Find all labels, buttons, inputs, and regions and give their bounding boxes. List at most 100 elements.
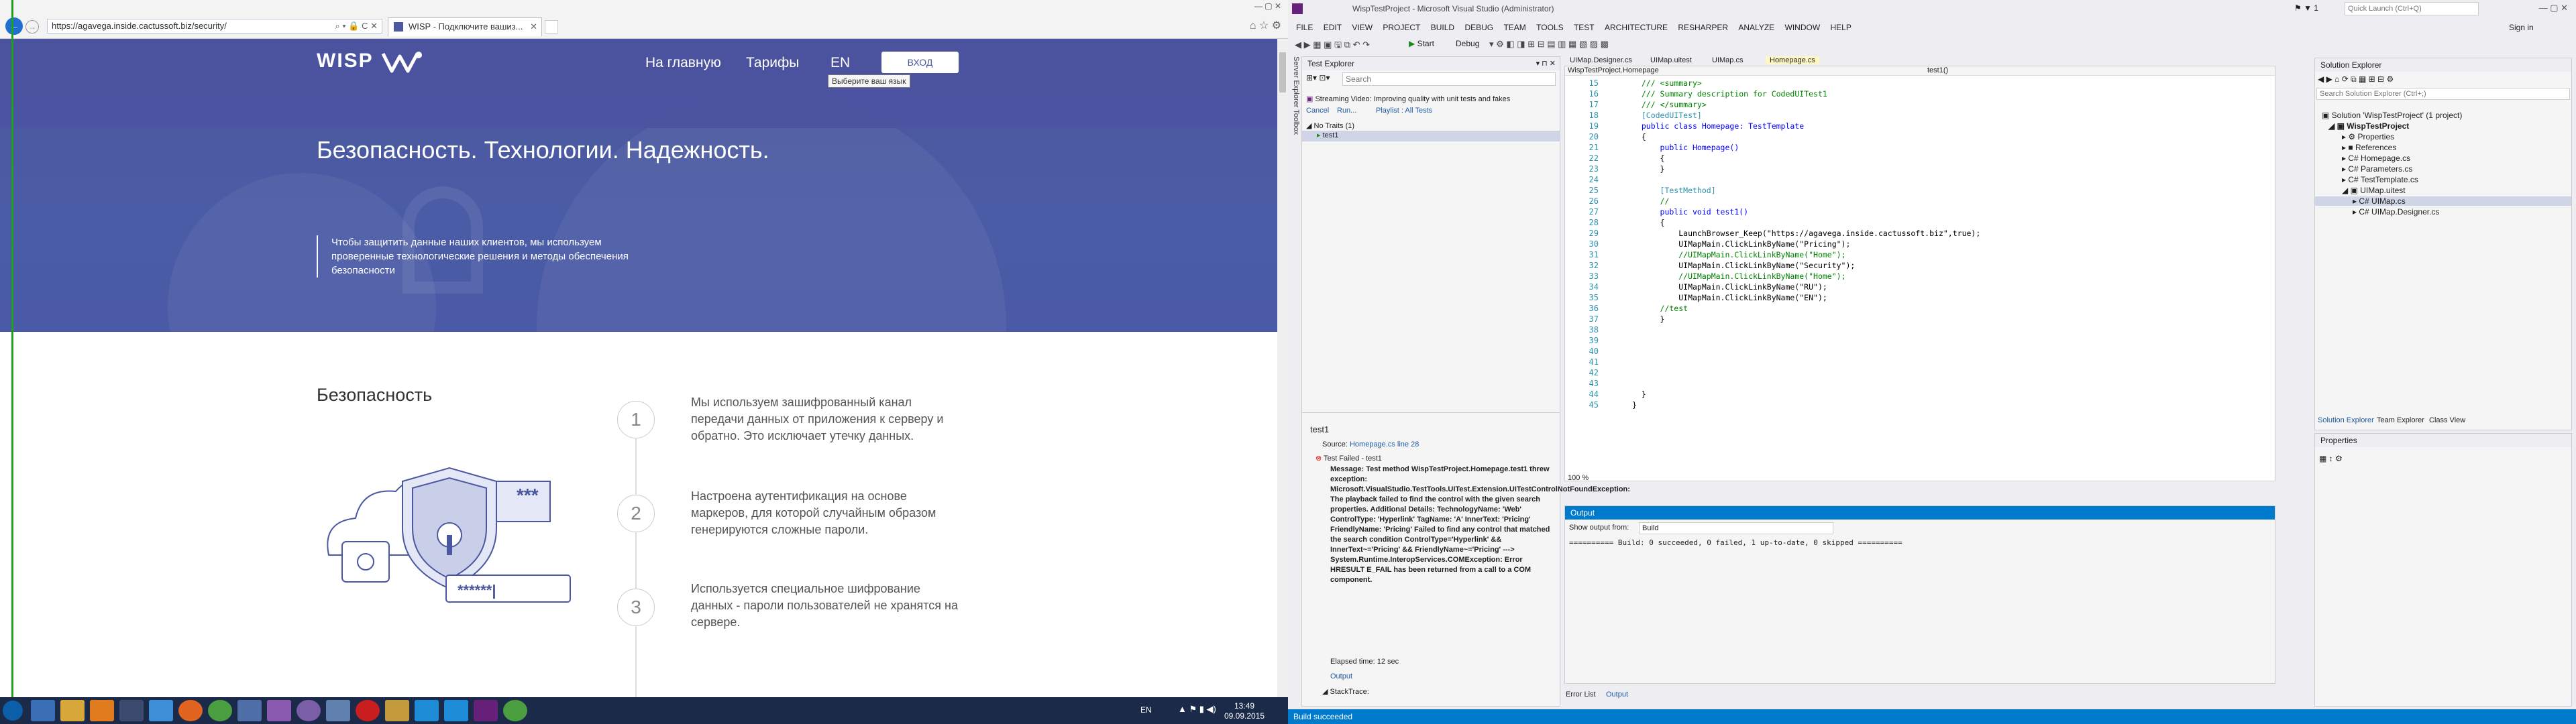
language-indicator[interactable]: EN	[1140, 705, 1152, 715]
taskbar-chrome-icon[interactable]	[503, 700, 527, 721]
window-controls[interactable]: — ▢ ✕	[2539, 3, 2568, 13]
output-source-select[interactable]: Build	[1639, 522, 1833, 534]
window-controls[interactable]: — ▢ ✕	[1254, 1, 1281, 11]
taskbar-chrome-icon[interactable]	[208, 700, 232, 721]
taskbar-folder-icon[interactable]	[60, 700, 85, 721]
menu-debug[interactable]: DEBUG	[1464, 20, 1493, 35]
code-line[interactable]: public class Homepage: TestTemplate	[1632, 121, 1804, 131]
taskbar-firefox-icon[interactable]	[178, 700, 203, 721]
login-button[interactable]: ВХОД	[881, 52, 959, 73]
code-line[interactable]: public void test1()	[1632, 207, 1749, 217]
panel-controls[interactable]: ▾ ⊓ ✕	[1536, 59, 1556, 68]
te-toolbar-icons[interactable]: ⊞▾ ⊡▾	[1306, 73, 1330, 82]
tab-output[interactable]: Output	[1606, 690, 1628, 699]
te-stacktrace[interactable]: ◢ StackTrace:	[1322, 687, 1369, 696]
code-line[interactable]: UIMapMain.ClickLinkByName("RU");	[1632, 282, 1827, 292]
menu-project[interactable]: PROJECT	[1383, 20, 1420, 35]
code-line[interactable]: //test	[1632, 304, 1688, 313]
zoom-level[interactable]: 100 %	[1565, 474, 1589, 482]
taskbar-skype-icon[interactable]	[444, 700, 468, 721]
te-group[interactable]: ◢ No Traits (1)	[1306, 121, 1354, 130]
tab-homepage[interactable]: Homepage.cs	[1766, 56, 1819, 64]
se-tab-team[interactable]: Team Explorer	[2377, 416, 2424, 424]
page-scrollbar[interactable]	[1277, 39, 1288, 709]
close-tab-icon[interactable]: ✕	[530, 18, 537, 36]
te-cancel-link[interactable]: Cancel	[1306, 107, 1329, 115]
code-line[interactable]: {	[1632, 132, 1646, 141]
te-source-link[interactable]: Homepage.cs line 28	[1350, 440, 1419, 448]
taskbar-ie-icon[interactable]	[149, 700, 173, 721]
code-line[interactable]: [CodedUITest]	[1632, 111, 1702, 120]
nav-class-dropdown[interactable]: WispTestProject.Homepage	[1568, 66, 1659, 74]
nav-pricing-link[interactable]: Тарифы	[746, 55, 799, 71]
code-line[interactable]: //	[1632, 196, 1670, 206]
code-line[interactable]: //UIMapMain.ClickLinkByName("Home");	[1632, 272, 1845, 281]
start-button[interactable]	[3, 701, 23, 721]
se-toolbar-icons[interactable]: ◀ ▶ ⌂ ⟳ ⧉ ▦ ⊞ ⊟ ⚙	[2318, 74, 2394, 84]
tree-homepage[interactable]: ▸ C# Homepage.cs	[2342, 154, 2410, 163]
code-line[interactable]: [TestMethod]	[1632, 186, 1716, 195]
taskbar-app-icon[interactable]	[267, 700, 291, 721]
tree-testtemplate[interactable]: ▸ C# TestTemplate.cs	[2342, 175, 2418, 184]
tab-uimap-cs[interactable]: UIMap.cs	[1712, 56, 1743, 64]
search-icon[interactable]: ⌕ ▾ 🔒 C ✕	[335, 19, 378, 33]
code-line[interactable]: UIMapMain.ClickLinkByName("EN");	[1632, 293, 1827, 302]
taskbar-app-icon[interactable]	[31, 700, 55, 721]
menu-resharper[interactable]: RESHARPER	[1678, 20, 1728, 35]
tree-parameters[interactable]: ▸ C# Parameters.cs	[2342, 164, 2412, 174]
clock[interactable]: 13:49 09.09.2015	[1221, 701, 1268, 721]
sign-in-link[interactable]: Sign in	[2509, 23, 2534, 32]
config-dropdown[interactable]: Debug	[1456, 39, 1479, 48]
tab-error-list[interactable]: Error List	[1566, 690, 1596, 699]
code-line[interactable]: UIMapMain.ClickLinkByName("Security");	[1632, 261, 1855, 270]
scrollbar-thumb[interactable]	[1279, 52, 1286, 93]
taskbar-app-icon[interactable]	[326, 700, 350, 721]
back-icon[interactable]: ←	[5, 17, 23, 35]
code-line[interactable]: /// Summary description for CodedUITest1	[1632, 89, 1827, 99]
taskbar-app-icon[interactable]	[237, 700, 262, 721]
site-logo[interactable]: WISP	[317, 48, 427, 75]
code-line[interactable]: UIMapMain.ClickLinkByName("Pricing");	[1632, 239, 1850, 249]
menu-analyze[interactable]: ANALYZE	[1738, 20, 1774, 35]
menu-build[interactable]: BUILD	[1431, 20, 1454, 35]
menu-test[interactable]: TEST	[1574, 20, 1595, 35]
menu-team[interactable]: TEAM	[1503, 20, 1525, 35]
menu-architecture[interactable]: ARCHITECTURE	[1605, 20, 1668, 35]
te-search-input[interactable]: Search	[1342, 72, 1556, 86]
side-tab-server-explorer[interactable]: Server Explorer Toolbox	[1288, 56, 1300, 190]
se-tab-classview[interactable]: Class View	[2429, 416, 2465, 424]
menu-edit[interactable]: EDIT	[1324, 20, 1342, 35]
code-line[interactable]: }	[1632, 389, 1646, 399]
se-search-input[interactable]: Search Solution Explorer (Ctrl+;)	[2316, 88, 2570, 100]
code-line[interactable]: }	[1632, 400, 1637, 410]
menu-view[interactable]: VIEW	[1352, 20, 1373, 35]
address-bar[interactable]: https://agavega.inside.cactussoft.biz/se…	[47, 19, 382, 34]
tree-project[interactable]: ◢ ▣ WispTestProject	[2328, 121, 2409, 131]
tab-uimap-designer[interactable]: UIMap.Designer.cs	[1570, 56, 1632, 64]
menu-file[interactable]: FILE	[1296, 20, 1313, 35]
start-button[interactable]: ▶ Start	[1409, 39, 1434, 48]
code-line[interactable]: }	[1632, 164, 1665, 174]
tray-icons[interactable]: ▲ ⚑ ▮ ◀)	[1178, 704, 1216, 715]
nav-home-link[interactable]: На главную	[645, 55, 721, 71]
new-tab-button[interactable]	[545, 20, 558, 34]
code-line[interactable]: }	[1632, 314, 1665, 324]
tree-uimap-cs[interactable]: ▸ C# UIMap.cs	[2315, 196, 2571, 206]
taskbar-viber-icon[interactable]	[297, 700, 321, 721]
code-line[interactable]: {	[1632, 154, 1665, 163]
menu-window[interactable]: WINDOW	[1785, 20, 1821, 35]
toolbar-icons[interactable]: ◀ ▶ ▦ ▣ 🖫 ⧉ ↶ ↷	[1295, 39, 1370, 54]
forward-icon[interactable]: →	[25, 20, 39, 34]
tree-uimap-uitest[interactable]: ◢ ▣ UIMap.uitest	[2342, 186, 2406, 195]
nav-language-link[interactable]: EN	[830, 55, 850, 71]
taskbar-vs-icon[interactable]	[474, 700, 498, 721]
code-line[interactable]: /// </summary>	[1632, 100, 1707, 109]
te-run-link[interactable]: Run...	[1337, 107, 1356, 115]
menu-tools[interactable]: TOOLS	[1536, 20, 1563, 35]
te-output-link[interactable]: Output	[1330, 672, 1352, 680]
code-line[interactable]: {	[1632, 218, 1665, 227]
code-line[interactable]: public Homepage()	[1632, 143, 1739, 152]
tree-solution[interactable]: ▣ Solution 'WispTestProject' (1 project)	[2322, 111, 2462, 120]
taskbar-app-icon[interactable]	[385, 700, 409, 721]
code-line[interactable]: //UIMapMain.ClickLinkByName("Home");	[1632, 250, 1845, 259]
